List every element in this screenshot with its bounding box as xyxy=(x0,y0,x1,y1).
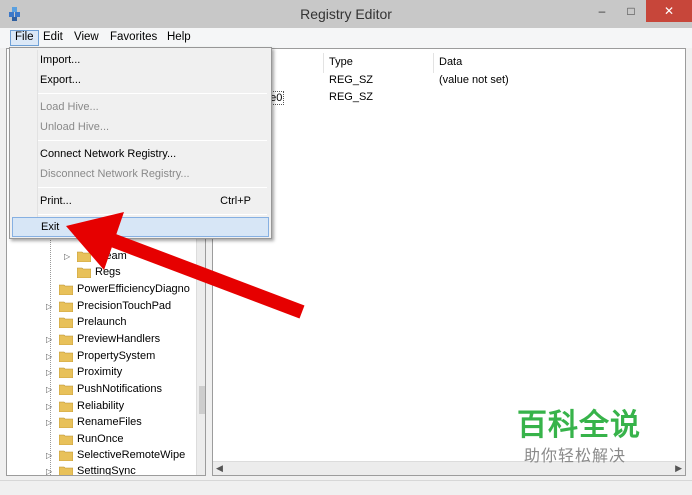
tree-item-label: Proximity xyxy=(77,366,123,378)
menu-separator xyxy=(38,214,267,215)
folder-icon xyxy=(59,367,73,378)
menu-item-import[interactable]: Import... xyxy=(12,51,269,71)
maximize-icon: □ xyxy=(627,4,635,18)
tree-item[interactable]: ▷ Proximity xyxy=(7,365,205,381)
close-button[interactable]: ✕ xyxy=(646,0,692,22)
folder-icon xyxy=(59,450,73,461)
expand-arrow-icon[interactable]: ▷ xyxy=(46,451,52,460)
status-bar xyxy=(0,480,692,495)
value-type-cell[interactable]: REG_SZ xyxy=(329,74,373,86)
tree-item-label: PushNotifications xyxy=(77,383,162,395)
tree-item-label: Steam xyxy=(95,250,127,262)
menu-help[interactable]: Help xyxy=(162,30,196,46)
watermark-title: 百科全说 xyxy=(517,408,641,443)
menu-item-label: Import... xyxy=(40,54,81,66)
menu-favorites[interactable]: Favorites xyxy=(105,30,162,46)
menu-item-label: Export... xyxy=(40,74,81,86)
folder-icon xyxy=(59,351,73,362)
menu-item-label: Connect Network Registry... xyxy=(40,148,177,160)
file-menu-dropdown: Import... Export... Load Hive... Unload … xyxy=(9,47,272,239)
expand-arrow-icon[interactable]: ▷ xyxy=(64,252,70,261)
folder-icon xyxy=(59,334,73,345)
menu-edit[interactable]: Edit xyxy=(38,30,68,46)
menu-item-connect-network-registry[interactable]: Connect Network Registry... xyxy=(12,145,269,165)
minimize-button[interactable]: ‒ xyxy=(588,0,616,22)
tree-scroll-thumb[interactable] xyxy=(199,386,205,414)
value-type-cell[interactable]: REG_SZ xyxy=(329,91,373,103)
folder-icon xyxy=(77,251,91,262)
tree-item[interactable]: ▷ Reliability xyxy=(7,399,205,415)
menu-item-label: Exit xyxy=(41,221,60,233)
folder-icon xyxy=(59,317,73,328)
folder-icon xyxy=(59,466,73,475)
tree-item-label: RenameFiles xyxy=(77,416,142,428)
tree-item-label: PrecisionTouchPad xyxy=(77,300,172,312)
value-data-cell[interactable]: (value not set) xyxy=(439,74,509,86)
menu-view[interactable]: View xyxy=(69,30,104,46)
menu-item-label: Unload Hive... xyxy=(40,121,110,133)
expand-arrow-icon[interactable]: ▷ xyxy=(46,467,52,475)
tree-item[interactable]: ▷ RenameFiles xyxy=(7,415,205,431)
menu-item-export[interactable]: Export... xyxy=(12,71,269,91)
tree-item-label: PreviewHandlers xyxy=(77,333,161,345)
scroll-right-icon[interactable]: ▶ xyxy=(675,463,682,474)
scroll-left-icon[interactable]: ◀ xyxy=(216,463,223,474)
tree-item-steam[interactable]: ▷ Steam xyxy=(7,249,205,265)
expand-arrow-icon[interactable]: ▷ xyxy=(46,302,52,311)
expand-arrow-icon[interactable]: ▷ xyxy=(46,402,52,411)
menu-separator xyxy=(38,187,267,188)
tree-item[interactable]: PowerEfficiencyDiagno xyxy=(7,282,205,298)
expand-arrow-icon[interactable]: ▷ xyxy=(46,385,52,394)
menu-separator xyxy=(38,93,267,94)
column-header-type[interactable]: Type xyxy=(324,53,433,73)
expand-arrow-icon[interactable]: ▷ xyxy=(46,368,52,377)
tree-item-label: SettingSync xyxy=(77,465,136,476)
watermark-subtitle: 助你轻松解决 xyxy=(524,446,627,465)
menu-item-unload-hive: Unload Hive... xyxy=(12,118,269,138)
tree-item-label: Reliability xyxy=(77,400,125,412)
maximize-button[interactable]: □ xyxy=(617,0,645,22)
menu-item-label: Disconnect Network Registry... xyxy=(40,168,190,180)
tree-item[interactable]: ▷ SettingSync xyxy=(7,464,205,476)
menu-item-disconnect-network-registry: Disconnect Network Registry... xyxy=(12,165,269,185)
tree-item[interactable]: Prelaunch xyxy=(7,315,205,331)
menu-item-exit[interactable]: Exit xyxy=(12,217,269,237)
tree-item-label: PowerEfficiencyDiagno xyxy=(77,283,190,295)
expand-arrow-icon[interactable]: ▷ xyxy=(46,352,52,361)
tree-item[interactable]: ▷ PushNotifications xyxy=(7,382,205,398)
folder-icon xyxy=(77,267,91,278)
tree-item[interactable]: ▷ SelectiveRemoteWipe xyxy=(7,448,205,464)
column-header-data[interactable]: Data xyxy=(434,53,684,73)
menu-item-shortcut: Ctrl+P xyxy=(220,195,251,207)
tree-item-label: Prelaunch xyxy=(77,316,127,328)
tree-item-regs[interactable]: Regs xyxy=(7,265,205,281)
menu-item-load-hive: Load Hive... xyxy=(12,98,269,118)
tree-item-label: Regs xyxy=(95,266,121,278)
menu-bar: File Edit View Favorites Help xyxy=(0,28,692,48)
tree-item-label: RunOnce xyxy=(77,433,124,445)
menu-item-print[interactable]: Print... Ctrl+P xyxy=(12,192,269,212)
title-bar: Registry Editor ‒ □ ✕ xyxy=(0,0,692,28)
folder-icon xyxy=(59,284,73,295)
watermark-logo: 百科全说 助你轻松解决 xyxy=(500,400,660,465)
folder-icon xyxy=(59,384,73,395)
folder-icon xyxy=(59,434,73,445)
expand-arrow-icon[interactable]: ▷ xyxy=(46,418,52,427)
tree-item[interactable]: RunOnce xyxy=(7,432,205,448)
folder-icon xyxy=(59,301,73,312)
menu-item-label: Print... xyxy=(40,195,72,207)
close-icon: ✕ xyxy=(663,4,675,18)
tree-item-label: SelectiveRemoteWipe xyxy=(77,449,186,461)
menu-item-label: Load Hive... xyxy=(40,101,99,113)
tree-item-label: PropertySystem xyxy=(77,350,156,362)
tree-item[interactable]: ▷ PrecisionTouchPad xyxy=(7,299,205,315)
tree-item[interactable]: ▷ PreviewHandlers xyxy=(7,332,205,348)
menu-file[interactable]: File xyxy=(10,30,39,46)
folder-icon xyxy=(59,417,73,428)
menu-separator xyxy=(38,140,267,141)
tree-item[interactable]: ▷ PropertySystem xyxy=(7,349,205,365)
folder-icon xyxy=(59,401,73,412)
minimize-icon: ‒ xyxy=(598,4,606,18)
expand-arrow-icon[interactable]: ▷ xyxy=(46,335,52,344)
